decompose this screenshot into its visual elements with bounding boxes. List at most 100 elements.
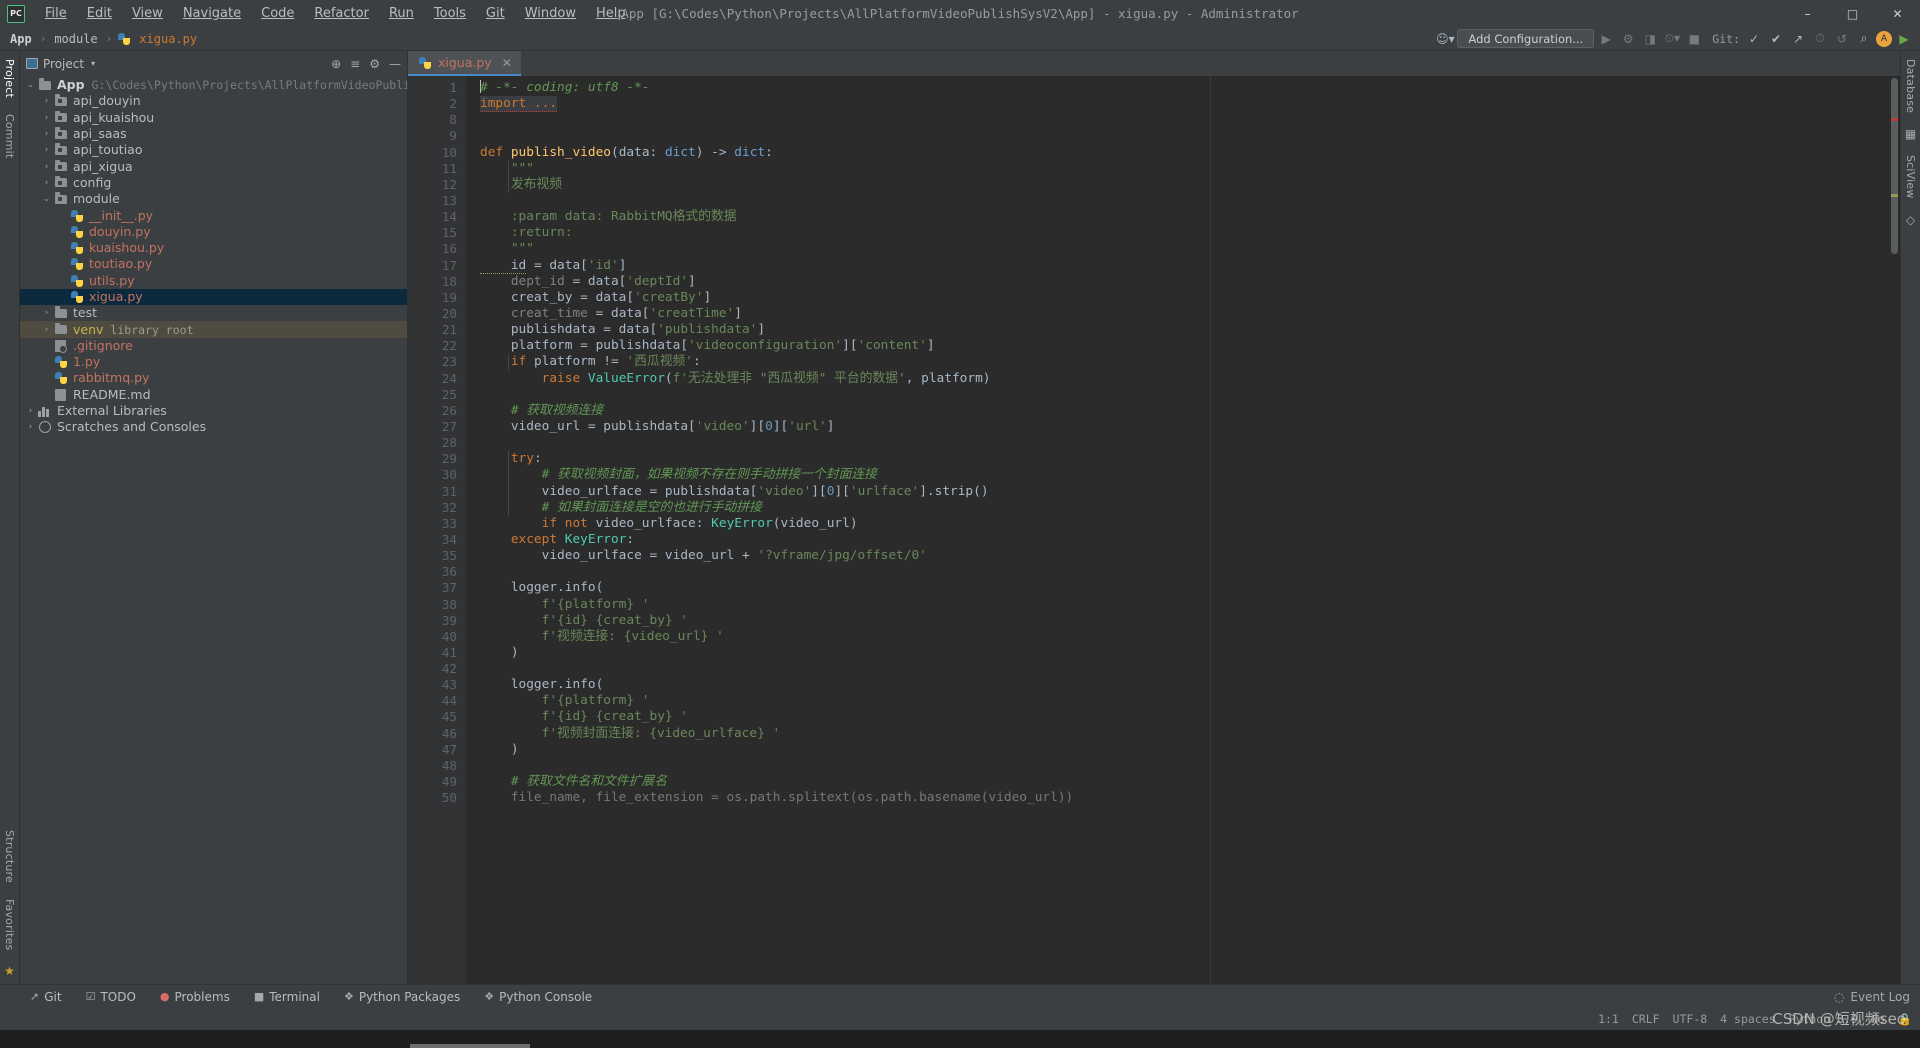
line-number[interactable]: 2+ bbox=[408, 96, 477, 112]
line-number-gutter[interactable]: 12+8910⊖11⊖1213141516⊖171819202122232425… bbox=[408, 76, 477, 984]
line-number[interactable]: 34 bbox=[408, 532, 466, 548]
bottom-tab-problems[interactable]: ● Problems bbox=[156, 988, 234, 1006]
lock-icon[interactable]: 🔒 bbox=[1898, 1012, 1912, 1026]
code-line[interactable]: # 获取视频连接 bbox=[466, 403, 1900, 419]
code-line[interactable]: publishdata = data['publishdata'] bbox=[466, 322, 1900, 338]
code-line[interactable]: f'视频连接: {video_url} ' bbox=[466, 629, 1900, 645]
code-line[interactable]: :param data: RabbitMQ格式的数据 bbox=[466, 209, 1900, 225]
line-number[interactable]: 10⊖ bbox=[408, 145, 476, 161]
line-number[interactable]: 40⊖ bbox=[408, 629, 475, 645]
line-number[interactable]: 21 bbox=[408, 322, 466, 338]
project-tree[interactable]: ⌄ App G:\Codes\Python\Projects\AllPlatform… bbox=[20, 76, 407, 984]
line-number[interactable]: 1 bbox=[408, 80, 466, 96]
tree-item-config[interactable]: › config bbox=[20, 175, 407, 191]
project-title-group[interactable]: Project ▾ bbox=[26, 57, 95, 71]
chevron-right-icon[interactable]: › bbox=[40, 110, 53, 126]
tree-item-api-xigua[interactable]: › api_xigua bbox=[20, 158, 407, 174]
line-number[interactable]: 13 bbox=[408, 193, 466, 209]
tree-item-venv[interactable]: › venv library root bbox=[20, 321, 407, 338]
menu-file[interactable]: File bbox=[35, 2, 77, 25]
breadcrumb-file[interactable]: xigua.py bbox=[135, 31, 201, 47]
tree-item-app[interactable]: ⌄ App G:\Codes\Python\Projects\AllPlatform… bbox=[20, 77, 407, 93]
menu-edit[interactable]: Edit bbox=[77, 2, 122, 25]
menu-refactor[interactable]: Refactor bbox=[304, 2, 379, 25]
chevron-right-icon[interactable]: › bbox=[40, 93, 53, 109]
breadcrumb-app[interactable]: App bbox=[6, 31, 36, 47]
editor-tab-xigua[interactable]: xigua.py ✕ bbox=[408, 51, 521, 76]
hide-panel-icon[interactable]: — bbox=[389, 57, 401, 71]
indent-setting[interactable]: 4 spaces bbox=[1720, 1012, 1775, 1026]
line-number[interactable]: 48 bbox=[408, 758, 466, 774]
code-line[interactable]: f'{platform} ' bbox=[466, 693, 1900, 709]
close-icon[interactable]: ✕ bbox=[502, 56, 512, 70]
tree-item-xigua-py[interactable]: › xigua.py bbox=[20, 288, 407, 306]
add-configuration-button[interactable]: Add Configuration... bbox=[1457, 29, 1595, 48]
line-number[interactable]: 16⊖ bbox=[408, 241, 475, 257]
tree-item-api-douyin[interactable]: › api_douyin bbox=[20, 93, 407, 109]
code-line[interactable]: # 获取文件名和文件扩展名 bbox=[466, 774, 1900, 790]
scrollbar-thumb[interactable] bbox=[1891, 78, 1898, 254]
code-line[interactable]: creat_by = data['creatBy'] bbox=[466, 290, 1900, 306]
chevron-right-icon[interactable]: › bbox=[40, 305, 53, 321]
chevron-right-icon[interactable]: › bbox=[40, 175, 53, 191]
tree-item--gitignore[interactable]: › .gitignore bbox=[20, 338, 407, 354]
code-line[interactable]: f'{id} {creat_by} ' bbox=[466, 709, 1900, 725]
code-line[interactable] bbox=[466, 661, 1900, 677]
editor-scrollbar[interactable] bbox=[1888, 76, 1900, 984]
tool-tab-sciview[interactable]: SciView bbox=[1902, 147, 1919, 207]
chevron-right-icon[interactable]: › bbox=[24, 419, 37, 435]
line-number[interactable]: 17 bbox=[408, 258, 466, 274]
line-number[interactable]: 39 bbox=[408, 613, 466, 629]
chevron-down-icon[interactable]: ▾ bbox=[91, 59, 95, 68]
tool-tab-commit[interactable]: Commit bbox=[1, 106, 18, 166]
code-content[interactable]: # -*- coding: utf8 -*- import ... def pub… bbox=[466, 76, 1900, 984]
line-number[interactable]: 44⊖ bbox=[408, 693, 475, 709]
line-number[interactable]: 30 bbox=[408, 467, 466, 483]
bottom-tab-todo[interactable]: ☑ TODO bbox=[82, 988, 140, 1006]
collapse-all-icon[interactable]: ≡ bbox=[350, 57, 360, 71]
git-branch[interactable]: No bbox=[1871, 1012, 1885, 1026]
git-commit-icon[interactable]: ✔ bbox=[1766, 29, 1786, 49]
menu-help[interactable]: Help bbox=[586, 2, 636, 25]
line-number[interactable]: 26 bbox=[408, 403, 466, 419]
tool-tab-database[interactable]: Database bbox=[1902, 51, 1919, 121]
git-push-icon[interactable]: ↗ bbox=[1788, 29, 1808, 49]
chevron-down-icon[interactable]: ⌄ bbox=[40, 191, 53, 207]
tool-tab-structure[interactable]: Structure bbox=[1, 822, 18, 891]
code-line[interactable]: # -*- coding: utf8 -*- bbox=[466, 80, 1900, 96]
event-log-group[interactable]: ◌ Event Log bbox=[1834, 990, 1920, 1004]
code-line[interactable] bbox=[466, 435, 1900, 451]
line-number[interactable]: 19 bbox=[408, 290, 466, 306]
panel-settings-icon[interactable]: ⚙ bbox=[369, 57, 380, 71]
line-number[interactable]: 36 bbox=[408, 564, 466, 580]
code-line[interactable]: logger.info( bbox=[466, 677, 1900, 693]
code-line[interactable]: f'{id} {creat_by} ' bbox=[466, 613, 1900, 629]
code-line[interactable]: if platform != '西瓜视频': bbox=[466, 354, 1900, 370]
file-encoding[interactable]: UTF-8 bbox=[1673, 1012, 1708, 1026]
git-rollback-icon[interactable]: ↺ bbox=[1832, 29, 1852, 49]
bottom-tab-git[interactable]: ➚ Git bbox=[26, 988, 66, 1006]
code-line[interactable] bbox=[466, 112, 1900, 128]
code-line[interactable]: creat_time = data['creatTime'] bbox=[466, 306, 1900, 322]
line-number[interactable]: 47 bbox=[408, 742, 466, 758]
code-line[interactable]: import ... bbox=[466, 96, 1900, 113]
tree-item-toutiao-py[interactable]: › toutiao.py bbox=[20, 256, 407, 272]
code-line[interactable]: video_urlface = publishdata['video'][0][… bbox=[466, 484, 1900, 500]
code-line[interactable]: file_name, file_extension = os.path.spli… bbox=[466, 790, 1900, 806]
line-number[interactable]: 31 bbox=[408, 484, 466, 500]
line-number[interactable]: 23 bbox=[408, 354, 466, 370]
code-line[interactable]: raise ValueError(f'无法处理非 "西瓜视频" 平台的数据', … bbox=[466, 371, 1900, 387]
chevron-down-icon[interactable]: ⌄ bbox=[24, 77, 37, 93]
bottom-tab-python-console[interactable]: ❖ Python Console bbox=[480, 988, 596, 1006]
tree-item-1-py[interactable]: › 1.py bbox=[20, 354, 407, 370]
code-line[interactable] bbox=[466, 564, 1900, 580]
code-line[interactable] bbox=[466, 387, 1900, 403]
line-number[interactable]: 28 bbox=[408, 435, 466, 451]
code-line[interactable]: f'视频封面连接: {video_urlface} ' bbox=[466, 726, 1900, 742]
tree-item-scratches-and-consoles[interactable]: › Scratches and Consoles bbox=[20, 419, 407, 435]
code-line[interactable]: # 如果封面连接是空的也进行手动拼接 bbox=[466, 500, 1900, 516]
python-interpreter[interactable]: Python 3.9 bbox=[1789, 1012, 1858, 1026]
line-number[interactable]: 14 bbox=[408, 209, 466, 225]
line-number[interactable]: 12 bbox=[408, 177, 466, 193]
breadcrumb-module[interactable]: module bbox=[50, 31, 101, 47]
